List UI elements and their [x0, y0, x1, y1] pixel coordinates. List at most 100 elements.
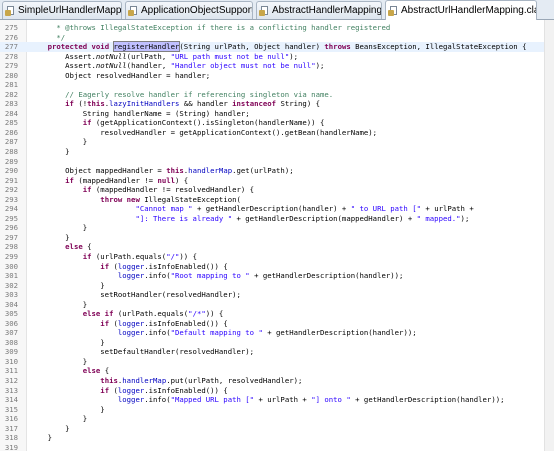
line-number: 308: [4, 337, 18, 347]
line-number: 279: [4, 61, 18, 71]
line-number: 303: [4, 290, 18, 300]
code-editor[interactable]: 275 * @throws IllegalStateException if t…: [0, 20, 554, 452]
line-number: 282: [4, 89, 18, 99]
code-text: if (logger.isInfoEnabled()) {: [100, 385, 228, 395]
tab-application-object-support[interactable]: ApplicationObjectSupport.class: [125, 1, 253, 19]
code-text: "]: There is already " + getHandlerDescr…: [135, 213, 470, 223]
code-text: }: [30, 414, 88, 424]
code-text: String handlerName = (String) handler;: [30, 108, 250, 118]
line-number: 304: [4, 299, 18, 309]
line-number: 301: [4, 271, 18, 281]
line-number: 306: [4, 318, 18, 328]
line-number: 295: [4, 213, 18, 223]
tab-label: SimpleUrlHandlerMapping.class: [18, 5, 122, 16]
code-text: setRootHandler(resolvedHandler);: [30, 290, 241, 300]
line-number: 307: [4, 328, 18, 338]
code-text: Assert.notNull(urlPath, "URL path must n…: [30, 51, 299, 61]
line-number: 309: [4, 347, 18, 357]
line-number: 283: [4, 99, 18, 109]
code-text: Object resolvedHandler = handler;: [30, 70, 211, 80]
code-text: if (getApplicationContext().isSingleton(…: [82, 118, 325, 128]
code-text: Assert.notNull(handler, "Handler object …: [30, 61, 325, 71]
line-number: 319: [4, 442, 18, 452]
code-text: protected void registerHandler(String ur…: [47, 41, 527, 53]
code-text: }: [30, 356, 88, 366]
line-number: 315: [4, 404, 18, 414]
line-number: 294: [4, 204, 18, 214]
line-number: 316: [4, 414, 18, 424]
code-text: if (logger.isInfoEnabled()) {: [100, 318, 228, 328]
code-text: logger.info("Mapped URL path [" + urlPat…: [117, 395, 505, 405]
line-number: 278: [4, 51, 18, 61]
line-number: 286: [4, 127, 18, 137]
code-text: if (urlPath.equals("/")) {: [82, 251, 197, 261]
class-file-icon: [128, 5, 138, 16]
line-number: 313: [4, 385, 18, 395]
line-number: 275: [4, 23, 18, 32]
code-text: else if (urlPath.equals("/*")) {: [82, 309, 224, 319]
code-text: // Eagerly resolve handler if referencin…: [65, 89, 334, 99]
code-text: if (!this.lazyInitHandlers && handler in…: [65, 99, 321, 109]
code-text: else {: [82, 366, 110, 376]
code-text: if (mappedHandler != resolvedHandler) {: [82, 185, 255, 195]
line-number: 311: [4, 366, 18, 376]
line-number: 276: [4, 32, 18, 42]
line-number: 284: [4, 108, 18, 118]
line-number: 287: [4, 137, 18, 147]
code-text: setDefaultHandler(resolvedHandler);: [30, 347, 255, 357]
tab-label: AbstractHandlerMapping.class: [272, 5, 382, 16]
tab-label: AbstractUrlHandlerMapping.class: [401, 5, 537, 16]
line-number: 280: [4, 70, 18, 80]
line-number: 277: [4, 42, 18, 52]
line-number: 292: [4, 185, 18, 195]
code-text: throw new IllegalStateException(: [100, 194, 241, 204]
code-text: }: [30, 137, 88, 147]
code-text: "Cannot map " + getHandlerDescription(ha…: [135, 204, 474, 214]
code-text: logger.info("Default mapping to " + getH…: [117, 328, 417, 338]
code-text: if (logger.isInfoEnabled()) {: [100, 261, 228, 271]
code-text: }: [30, 280, 105, 290]
code-text: }: [30, 232, 70, 242]
tab-abstract-handler-mapping[interactable]: AbstractHandlerMapping.class: [256, 1, 382, 19]
line-number: 317: [4, 423, 18, 433]
line-number: 318: [4, 433, 18, 443]
line-number: 288: [4, 147, 18, 157]
code-text: Object mappedHandler = this.handlerMap.g…: [30, 166, 294, 176]
code-text: * @throws IllegalStateException if there…: [56, 23, 391, 32]
code-text: }: [30, 423, 70, 433]
line-number: 314: [4, 395, 18, 405]
code-text: }: [30, 223, 88, 233]
line-number: 305: [4, 309, 18, 319]
overview-ruler[interactable]: [544, 20, 554, 451]
line-number: 296: [4, 223, 18, 233]
line-number: 300: [4, 261, 18, 271]
class-file-icon: [388, 5, 398, 16]
code-text: logger.info("Root mapping to " + getHand…: [117, 271, 404, 281]
tab-simple-url-handler-mapping[interactable]: SimpleUrlHandlerMapping.class: [2, 1, 122, 19]
code-text: }: [30, 299, 88, 309]
line-number: 293: [4, 194, 18, 204]
line-number: 310: [4, 356, 18, 366]
line-number: 285: [4, 118, 18, 128]
class-file-icon: [5, 5, 15, 16]
tab-abstract-url-handler-mapping[interactable]: AbstractUrlHandlerMapping.class ✕: [385, 0, 537, 20]
code-text: else {: [65, 242, 92, 252]
line-number: 299: [4, 251, 18, 261]
line-number: 291: [4, 175, 18, 185]
code-text: }: [30, 147, 70, 157]
line-number: 290: [4, 166, 18, 176]
line-number: 289: [4, 156, 18, 166]
line-number: 281: [4, 80, 18, 90]
code-text: this.handlerMap.put(urlPath, resolvedHan…: [100, 375, 303, 385]
tab-label: ApplicationObjectSupport.class: [141, 5, 252, 16]
code-text: }: [30, 337, 105, 347]
line-number: 297: [4, 232, 18, 242]
code-text: resolvedHandler = getApplicationContext(…: [30, 127, 378, 137]
editor-tab-bar: SimpleUrlHandlerMapping.class Applicatio…: [0, 0, 554, 20]
class-file-icon: [259, 5, 269, 16]
line-number: 312: [4, 375, 18, 385]
code-line: 277 protected void registerHandler(Strin…: [0, 41, 545, 53]
code-text: }: [30, 404, 105, 414]
line-number: 298: [4, 242, 18, 252]
code-text: }: [30, 433, 52, 443]
